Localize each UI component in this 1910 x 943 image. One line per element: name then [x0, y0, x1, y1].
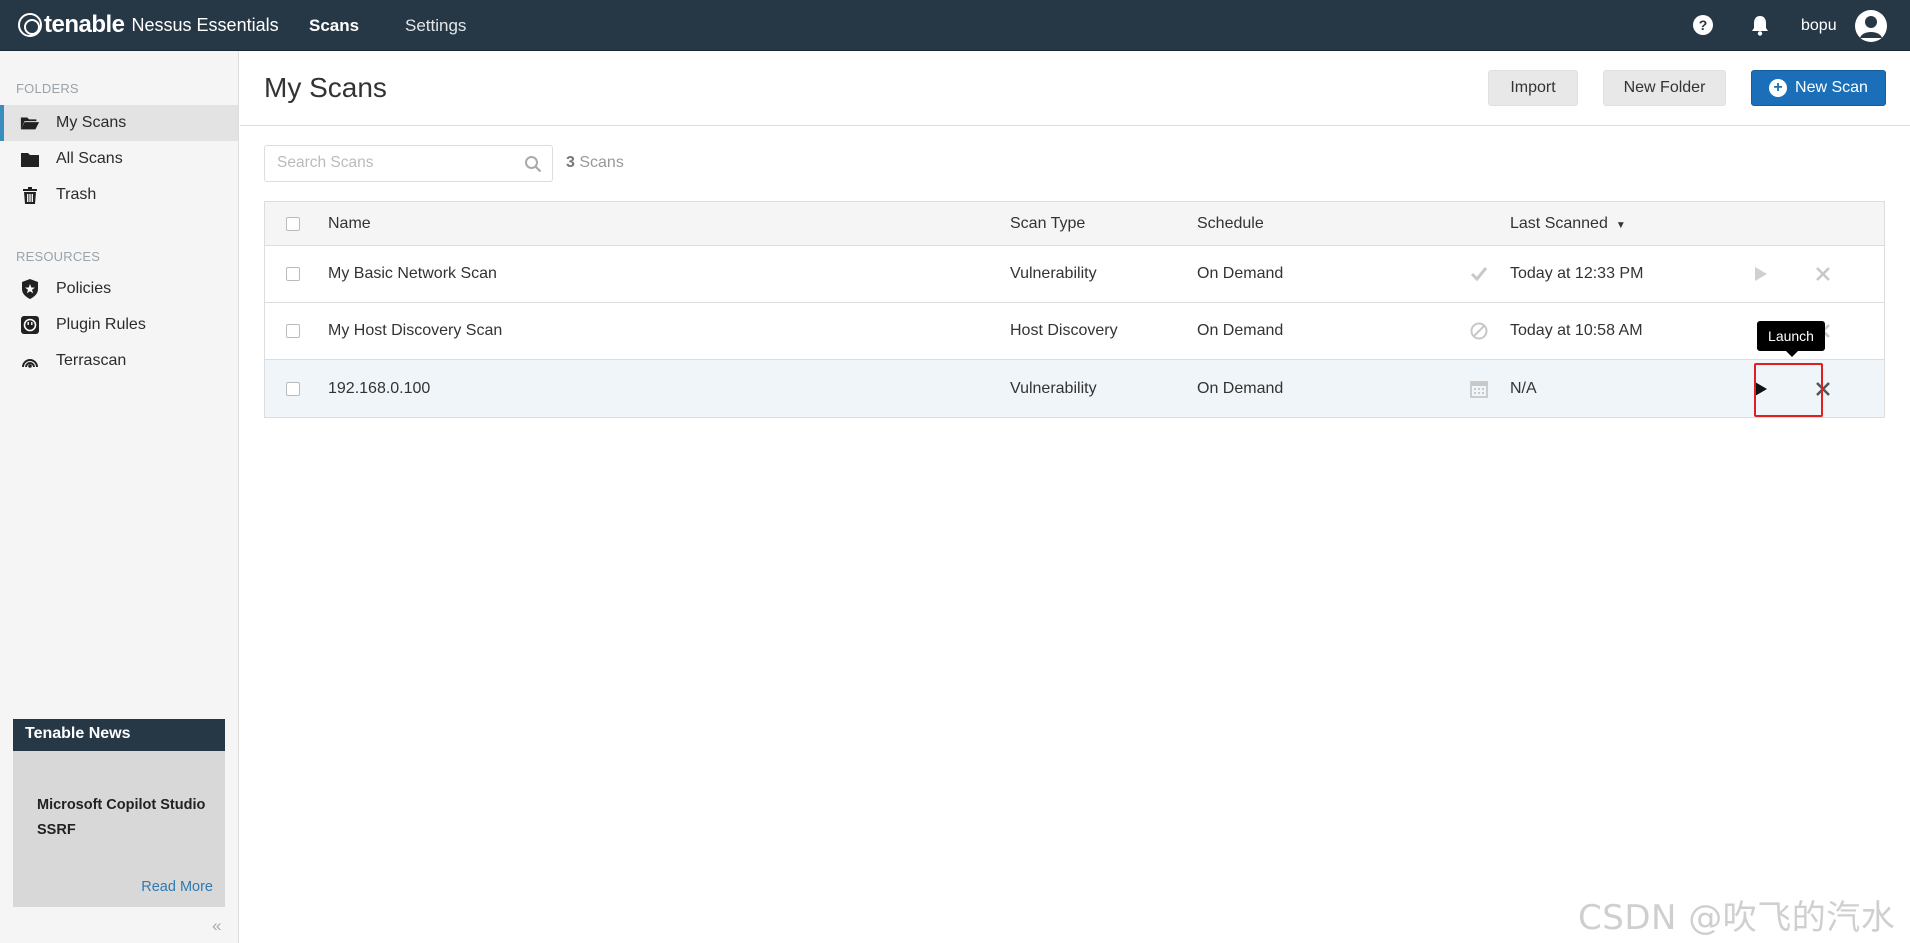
search-box[interactable] — [264, 145, 553, 182]
launch-icon[interactable] — [1754, 266, 1768, 282]
top-navbar: tenable Nessus Essentials Scans Settings… — [0, 0, 1910, 51]
row-checkbox[interactable] — [286, 324, 300, 338]
news-title[interactable]: Microsoft Copilot Studio SSRF — [37, 793, 207, 843]
last-scanned: N/A — [1510, 379, 1537, 397]
scan-name[interactable]: 192.168.0.100 — [328, 380, 430, 398]
plus-circle-icon: + — [1769, 79, 1788, 97]
table-row[interactable]: 192.168.0.100 Vulnerability On Demand N/… — [265, 360, 1884, 417]
policy-badge-icon — [20, 279, 40, 299]
search-input[interactable] — [277, 154, 517, 172]
sidebar-item-trash[interactable]: Trash — [0, 177, 238, 213]
new-scan-label: New Scan — [1795, 79, 1868, 96]
scan-schedule: On Demand — [1197, 379, 1284, 397]
last-scanned: Today at 10:58 AM — [1510, 322, 1643, 339]
scan-count: 3 Scans — [566, 154, 624, 171]
column-header-last-scanned[interactable]: Last Scanned ▼ — [1510, 215, 1626, 233]
new-folder-button[interactable]: New Folder — [1603, 70, 1726, 106]
help-icon[interactable]: ? — [1693, 15, 1713, 35]
tenable-news-widget: Tenable News Microsoft Copilot Studio SS… — [13, 719, 225, 907]
watermark: CSDN @吹飞的汽水 — [1578, 898, 1896, 938]
news-header: Tenable News — [13, 719, 225, 751]
column-header-schedule[interactable]: Schedule — [1197, 215, 1264, 233]
sidebar: FOLDERS My Scans All Scans Trash RESOURC… — [0, 51, 239, 943]
page-title: My Scans — [264, 72, 387, 103]
tenable-logo[interactable]: tenable Nessus Essentials — [18, 10, 279, 40]
sidebar-item-terrascan[interactable]: Terrascan — [0, 343, 238, 379]
sidebar-item-plugin-rules[interactable]: Plugin Rules — [0, 307, 238, 343]
scan-schedule: On Demand — [1197, 322, 1284, 339]
table-row[interactable]: My Basic Network Scan Vulnerability On D… — [265, 246, 1884, 303]
last-scanned: Today at 12:33 PM — [1510, 265, 1644, 282]
calendar-icon — [1469, 379, 1489, 399]
scan-type: Host Discovery — [1010, 322, 1118, 339]
column-header-scan-type[interactable]: Scan Type — [1010, 215, 1085, 233]
search-icon[interactable] — [524, 155, 542, 178]
row-checkbox[interactable] — [286, 267, 300, 281]
user-avatar-icon[interactable] — [1855, 10, 1887, 42]
read-more-link[interactable]: Read More — [141, 879, 213, 895]
sidebar-item-all-scans[interactable]: All Scans — [0, 141, 238, 177]
folders-header: FOLDERS — [16, 81, 79, 96]
table-row[interactable]: My Host Discovery Scan Host Discovery On… — [265, 303, 1884, 360]
nav-settings[interactable]: Settings — [405, 16, 466, 36]
scan-type: Vulnerability — [1010, 379, 1097, 397]
folder-icon — [20, 150, 40, 168]
resources-header: RESOURCES — [16, 249, 101, 264]
delete-icon[interactable] — [1815, 266, 1831, 282]
nav-scans[interactable]: Scans — [309, 16, 359, 36]
tenable-logo-mark-icon — [18, 13, 42, 37]
scan-name[interactable]: My Host Discovery Scan — [328, 322, 502, 340]
scan-name[interactable]: My Basic Network Scan — [328, 265, 497, 283]
check-icon — [1469, 264, 1489, 284]
scan-type: Vulnerability — [1010, 265, 1097, 282]
header-divider — [240, 125, 1910, 126]
sort-desc-icon: ▼ — [1615, 219, 1626, 231]
folder-open-icon — [20, 114, 40, 132]
launch-highlight-box — [1754, 363, 1823, 417]
plugin-icon — [20, 316, 40, 334]
table-header: Name Scan Type Schedule Last Scanned ▼ — [265, 202, 1884, 246]
collapse-sidebar-icon[interactable]: « — [212, 916, 221, 936]
column-header-name[interactable]: Name — [328, 215, 371, 233]
import-button[interactable]: Import — [1488, 70, 1578, 106]
bell-icon[interactable] — [1750, 14, 1772, 36]
username[interactable]: bopu — [1801, 17, 1837, 35]
row-checkbox[interactable] — [286, 381, 300, 396]
trash-icon — [20, 186, 40, 204]
launch-tooltip: Launch — [1757, 321, 1825, 357]
sidebar-item-my-scans[interactable]: My Scans — [0, 105, 238, 141]
select-all-checkbox[interactable] — [286, 216, 300, 231]
new-scan-button[interactable]: + New Scan — [1751, 70, 1886, 106]
scans-table: Name Scan Type Schedule Last Scanned ▼ My… — [264, 201, 1885, 418]
sidebar-item-policies[interactable]: Policies — [0, 271, 238, 307]
canceled-icon — [1469, 321, 1489, 341]
terrascan-icon — [20, 352, 40, 370]
scan-schedule: On Demand — [1197, 265, 1284, 282]
